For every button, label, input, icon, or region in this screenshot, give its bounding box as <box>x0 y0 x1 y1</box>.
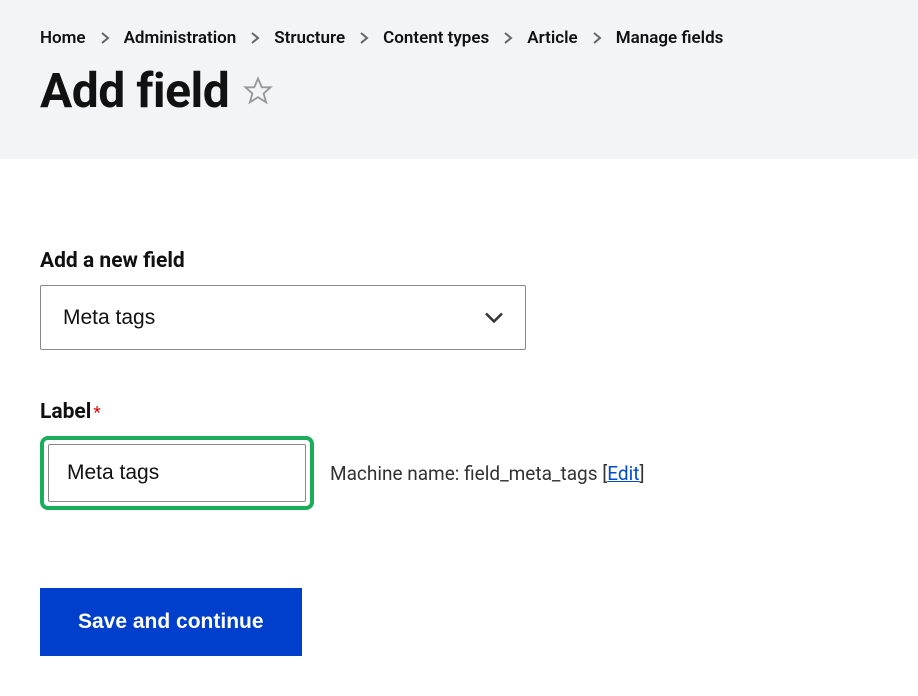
edit-machine-name-link[interactable]: Edit <box>607 462 639 485</box>
star-icon[interactable] <box>243 76 273 106</box>
new-field-select[interactable]: Meta tags <box>40 285 526 350</box>
label-input[interactable] <box>48 444 306 502</box>
save-continue-button[interactable]: Save and continue <box>40 588 302 656</box>
chevron-right-icon <box>100 31 110 45</box>
breadcrumb-home[interactable]: Home <box>40 28 86 48</box>
breadcrumb-manage-fields[interactable]: Manage fields <box>616 28 724 48</box>
chevron-right-icon <box>592 31 602 45</box>
machine-name-display: Machine name: field_meta_tags [Edit] <box>330 462 645 485</box>
breadcrumb-content-types[interactable]: Content types <box>383 28 489 48</box>
label-field-label: Label* <box>40 400 878 424</box>
breadcrumb-structure[interactable]: Structure <box>274 28 345 48</box>
page-title: Add field <box>40 62 229 119</box>
new-field-label: Add a new field <box>40 249 878 273</box>
breadcrumb-administration[interactable]: Administration <box>124 28 237 48</box>
label-input-highlight <box>40 436 314 510</box>
chevron-right-icon <box>503 31 513 45</box>
required-indicator: * <box>93 403 100 423</box>
breadcrumb: Home Administration Structure Content ty… <box>40 28 878 48</box>
chevron-right-icon <box>359 31 369 45</box>
chevron-right-icon <box>250 31 260 45</box>
breadcrumb-article[interactable]: Article <box>527 28 577 48</box>
